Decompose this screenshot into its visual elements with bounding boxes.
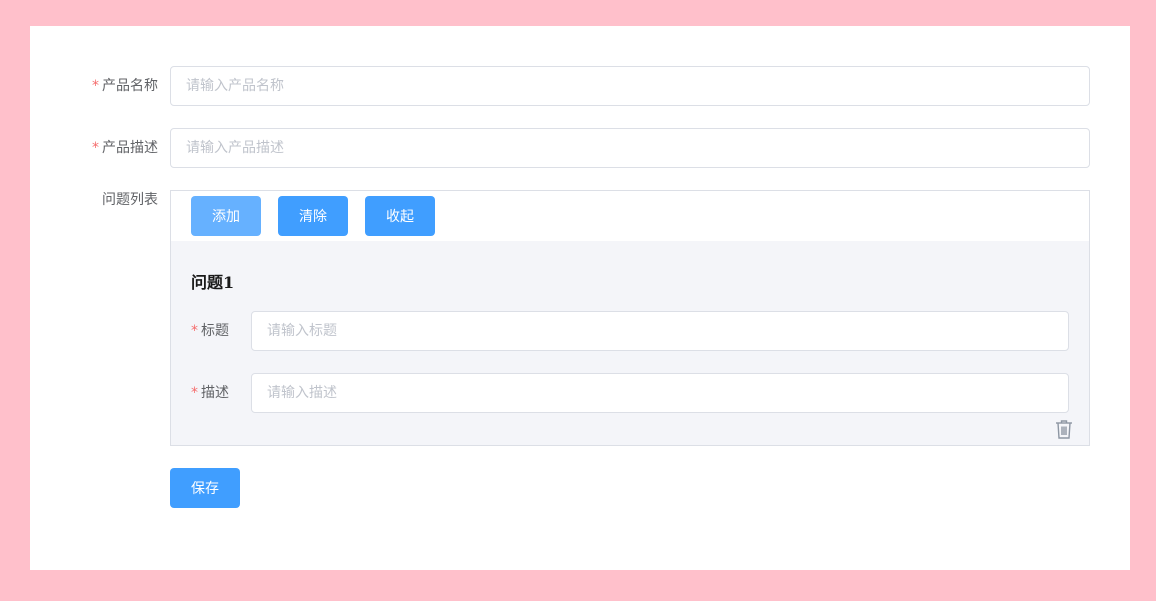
trash-icon[interactable] (1055, 419, 1073, 439)
required-mark: * (191, 385, 198, 401)
question-title-label: * 标题 (191, 323, 229, 339)
product-name-label: * 产品名称 (92, 78, 158, 94)
collapse-questions-button[interactable]: 收起 (365, 196, 435, 236)
required-mark: * (92, 78, 99, 94)
product-name-input[interactable] (170, 66, 1090, 106)
product-desc-label: * 产品描述 (92, 140, 158, 156)
add-question-button[interactable]: 添加 (191, 196, 261, 236)
form-card: *产品名称 *产品描述 问题列表 添加 清除 收起 问题1 *标题 *描述 (30, 26, 1130, 570)
question-item-title: 问题1 (191, 273, 235, 292)
required-mark: * (191, 323, 198, 339)
question-desc-input[interactable] (251, 373, 1069, 413)
product-desc-input[interactable] (170, 128, 1090, 168)
save-button[interactable]: 保存 (170, 468, 240, 508)
question-item: 问题1 *标题 *描述 (171, 241, 1089, 445)
required-mark: * (92, 140, 99, 156)
question-list-panel: 添加 清除 收起 问题1 *标题 *描述 (170, 190, 1090, 446)
question-desc-label: * 描述 (191, 385, 229, 401)
clear-questions-button[interactable]: 清除 (278, 196, 348, 236)
question-title-input[interactable] (251, 311, 1069, 351)
question-list-label: 问题列表 (102, 192, 158, 208)
